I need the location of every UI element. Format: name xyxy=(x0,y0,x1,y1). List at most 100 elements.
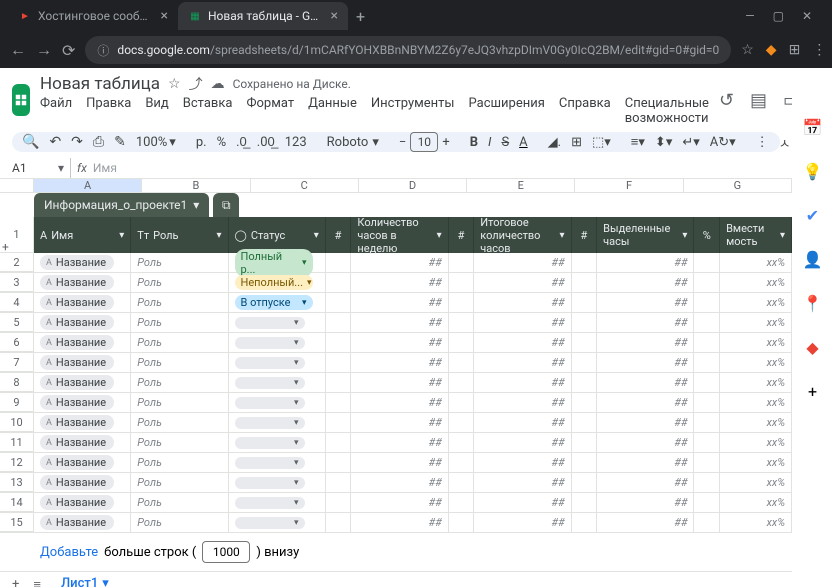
cell-name[interactable]: AНазвание xyxy=(34,273,131,292)
cell-hash[interactable] xyxy=(572,493,598,512)
cell-status[interactable]: ▾ xyxy=(229,513,326,532)
row-header[interactable]: 7 xyxy=(0,353,34,372)
cell-hours-total[interactable]: ## xyxy=(474,393,571,412)
row-header[interactable]: 9 xyxy=(0,393,34,412)
cell-capacity[interactable]: xx% xyxy=(720,393,792,412)
back-icon[interactable]: ← xyxy=(10,40,26,60)
cell-hash[interactable] xyxy=(326,333,352,352)
doc-title[interactable]: Новая таблица xyxy=(40,74,160,94)
star-icon[interactable]: ☆ xyxy=(741,42,754,59)
cell-name[interactable]: AНазвание xyxy=(34,333,131,352)
minimize-icon[interactable]: — xyxy=(745,9,754,23)
column-letter[interactable]: B xyxy=(142,179,250,192)
add-rows-input[interactable] xyxy=(202,541,250,563)
search-icon[interactable]: 🔍 xyxy=(22,134,39,150)
cell-role[interactable]: Роль xyxy=(131,413,228,432)
cell-alloc[interactable]: ## xyxy=(597,413,694,432)
column-header-alloc[interactable]: Выделенные часы▾ xyxy=(597,217,694,253)
cell-hash[interactable] xyxy=(326,313,352,332)
cell-name[interactable]: AНазвание xyxy=(34,473,131,492)
menu-item[interactable]: Правка xyxy=(86,96,131,126)
cell-alloc[interactable]: ## xyxy=(597,353,694,372)
table-chip[interactable]: Информация_о_проекте1▾ xyxy=(34,193,209,217)
calendar-icon[interactable]: 📅 xyxy=(803,118,823,138)
cell-hours-total[interactable]: ## xyxy=(474,273,571,292)
cell-role[interactable]: Роль xyxy=(131,333,228,352)
all-sheets-icon[interactable]: ≡ xyxy=(33,577,41,587)
cell-role[interactable]: Роль xyxy=(131,493,228,512)
column-letter[interactable]: E xyxy=(467,179,575,192)
cell-role[interactable]: Роль xyxy=(131,253,228,272)
browser-tab[interactable]: ► Хостинговое сообщество «Tim × xyxy=(8,2,178,30)
cell-hash[interactable] xyxy=(449,473,475,492)
cell-hash[interactable] xyxy=(326,473,352,492)
cell-alloc[interactable]: ## xyxy=(597,433,694,452)
column-header-status[interactable]: ◯ Статус▾ xyxy=(229,217,326,253)
cell-hash[interactable] xyxy=(326,453,352,472)
cell-hash[interactable] xyxy=(572,333,598,352)
cell-hash[interactable] xyxy=(326,253,352,272)
add-sheet-icon[interactable]: + xyxy=(12,577,19,587)
cell-role[interactable]: Роль xyxy=(131,473,228,492)
cell-hash[interactable] xyxy=(694,273,720,292)
cell-name[interactable]: AНазвание xyxy=(34,373,131,392)
cell-hours-total[interactable]: ## xyxy=(474,433,571,452)
column-letter[interactable]: G xyxy=(684,179,792,192)
cell-capacity[interactable]: xx% xyxy=(720,313,792,332)
sheet-tab[interactable]: Лист1 ▾ xyxy=(55,572,115,587)
percent-button[interactable]: % xyxy=(217,135,227,150)
cell-capacity[interactable]: xx% xyxy=(720,473,792,492)
cell-hash[interactable] xyxy=(694,333,720,352)
cell-hash[interactable] xyxy=(694,253,720,272)
cell-hours-week[interactable]: ## xyxy=(351,513,448,532)
row-header[interactable]: 4 xyxy=(0,293,34,312)
cell-hash[interactable] xyxy=(694,313,720,332)
cell-hash[interactable] xyxy=(572,373,598,392)
undo-icon[interactable]: ↶ xyxy=(49,134,61,150)
browser-tab[interactable]: ▦ Новая таблица - Google Табл... × xyxy=(178,2,348,30)
cell-capacity[interactable]: xx% xyxy=(720,453,792,472)
cell-hash[interactable] xyxy=(572,353,598,372)
cell-hash[interactable] xyxy=(694,493,720,512)
cell-hash[interactable] xyxy=(572,453,598,472)
cell-role[interactable]: Роль xyxy=(131,293,228,312)
cell-capacity[interactable]: xx% xyxy=(720,273,792,292)
redo-icon[interactable]: ↷ xyxy=(71,134,83,150)
extensions-icon[interactable]: ⊞ xyxy=(789,42,801,59)
meet-icon[interactable]: ▭▾ xyxy=(783,90,792,111)
menu-item[interactable]: Файл xyxy=(40,96,72,126)
cell-status[interactable]: ▾ xyxy=(229,333,326,352)
close-icon[interactable]: × xyxy=(161,8,168,24)
star-icon[interactable]: ☆ xyxy=(168,76,181,92)
text-color-icon[interactable]: A xyxy=(519,135,527,150)
cell-capacity[interactable]: xx% xyxy=(720,353,792,372)
cell-hours-total[interactable]: ## xyxy=(474,413,571,432)
cell-hash[interactable] xyxy=(326,493,352,512)
copy-chip-icon[interactable]: ⧉ xyxy=(213,193,239,217)
add-rows-link[interactable]: Добавьте xyxy=(40,545,98,560)
cell-hash[interactable] xyxy=(449,453,475,472)
column-header-hours-week[interactable]: Количество часов в неделю▾ xyxy=(351,217,448,253)
cell-name[interactable]: AНазвание xyxy=(34,413,131,432)
row-header[interactable]: 5 xyxy=(0,313,34,332)
select-all-corner[interactable] xyxy=(0,179,34,192)
cell-hours-total[interactable]: ## xyxy=(474,253,571,272)
cell-hash[interactable] xyxy=(572,313,598,332)
cell-alloc[interactable]: ## xyxy=(597,513,694,532)
cell-hash[interactable] xyxy=(449,313,475,332)
wrap-icon[interactable]: ↵▾ xyxy=(682,135,699,150)
menu-item[interactable]: Специальные возможности xyxy=(625,96,709,126)
cell-hours-week[interactable]: ## xyxy=(351,273,448,292)
cell-hours-week[interactable]: ## xyxy=(351,313,448,332)
menu-icon[interactable]: ⋮ xyxy=(812,42,826,59)
cell-hours-total[interactable]: ## xyxy=(474,293,571,312)
cell-name[interactable]: AНазвание xyxy=(34,253,131,272)
get-addons-icon[interactable]: + xyxy=(803,382,823,402)
cell-alloc[interactable]: ## xyxy=(597,293,694,312)
cell-hash[interactable] xyxy=(572,513,598,532)
bold-icon[interactable]: B xyxy=(470,135,478,150)
cell-name[interactable]: AНазвание xyxy=(34,493,131,512)
cell-role[interactable]: Роль xyxy=(131,433,228,452)
more-icon[interactable]: ⋮ xyxy=(756,135,769,150)
column-header-role[interactable]: Tт Роль▾ xyxy=(131,217,228,253)
